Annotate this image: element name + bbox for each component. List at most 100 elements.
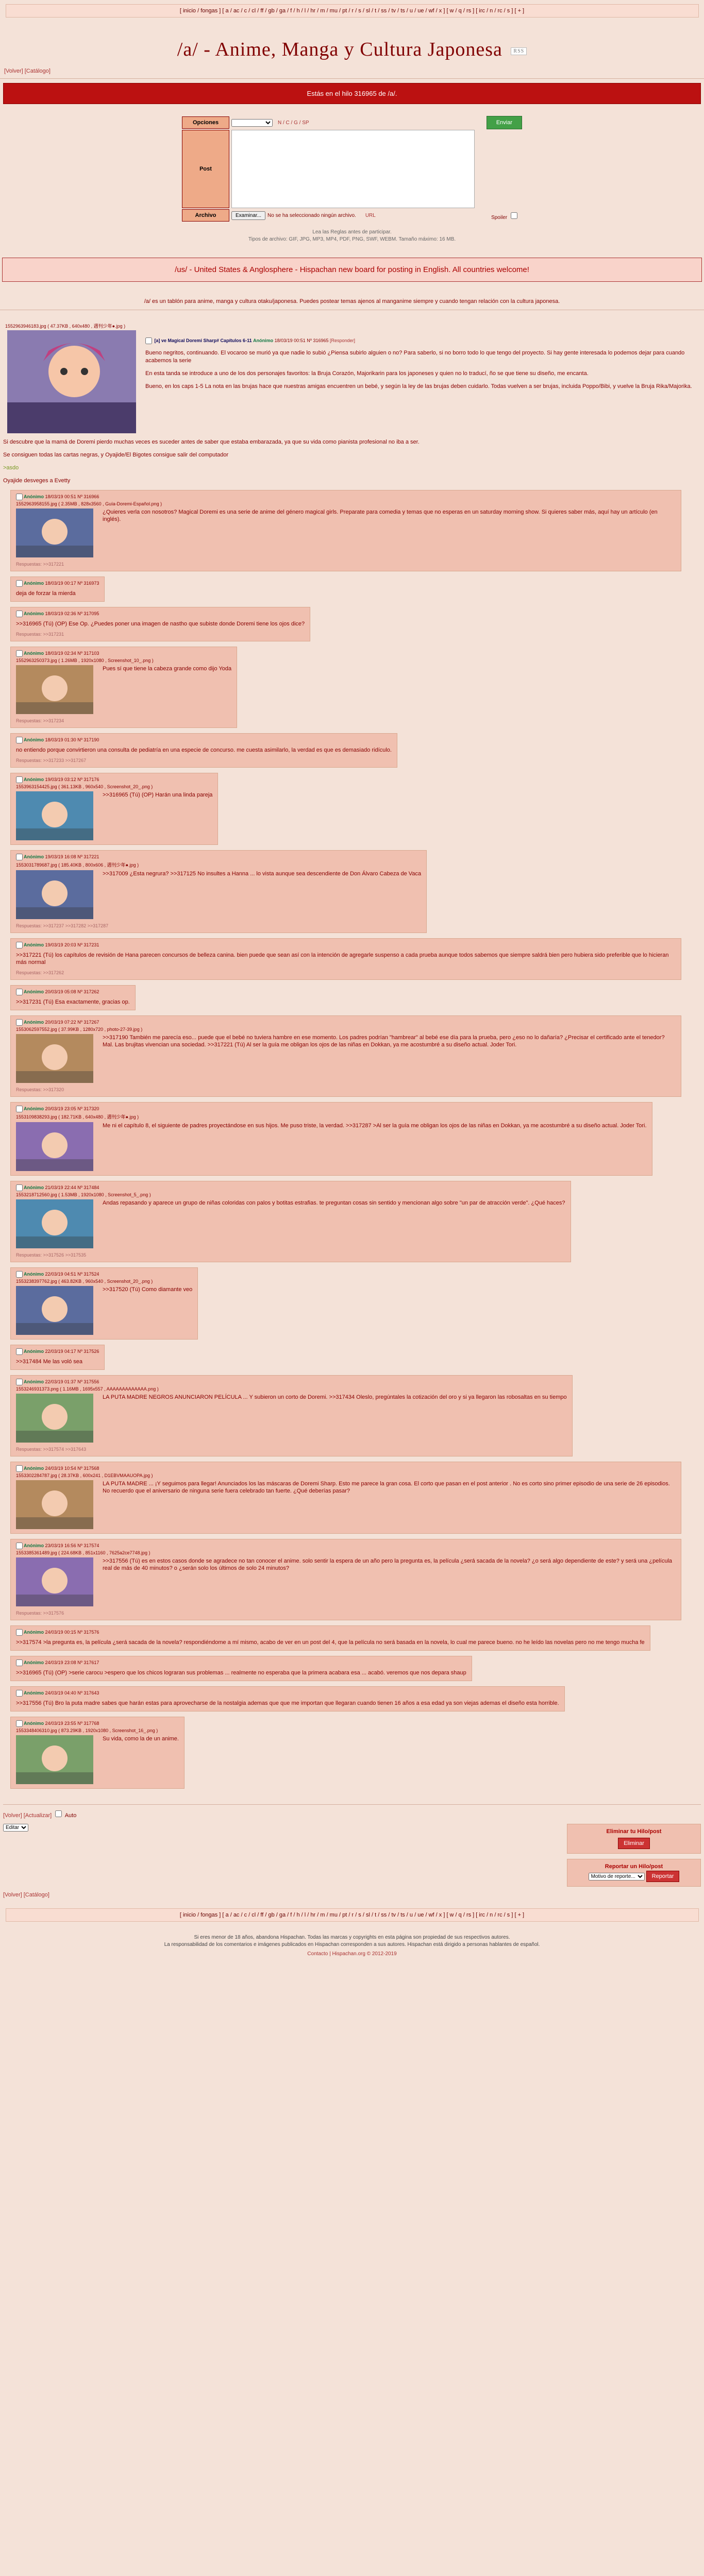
- submit-button[interactable]: Enviar: [486, 116, 522, 129]
- reply-thumbnail[interactable]: [16, 791, 93, 840]
- reply-select-checkbox[interactable]: [16, 1465, 23, 1472]
- reply-thumbnail[interactable]: [16, 1480, 93, 1529]
- reply-select-checkbox[interactable]: [16, 1690, 23, 1697]
- reply-select-checkbox[interactable]: [16, 854, 23, 860]
- reply-select-checkbox[interactable]: [16, 776, 23, 783]
- reply-thumbnail[interactable]: [16, 1394, 93, 1443]
- reply-fileinfo[interactable]: 1553302284787.jpg ( 28.37KB , 600x241 , …: [16, 1473, 676, 1478]
- reply-fileinfo[interactable]: 1552963958155.jpg ( 2.35MB , 828x3560 , …: [16, 501, 676, 506]
- reply-post-number[interactable]: Nº 317526: [77, 1349, 99, 1354]
- reply-post-number[interactable]: Nº 317103: [77, 651, 99, 656]
- op-thumbnail[interactable]: [7, 330, 136, 433]
- reply-select-checkbox[interactable]: [16, 1019, 23, 1026]
- reply-select-checkbox[interactable]: [16, 737, 23, 743]
- post-textarea[interactable]: [231, 130, 475, 208]
- reply-select-checkbox[interactable]: [16, 1379, 23, 1385]
- reply-backlinks[interactable]: Respuestas: >>317231: [16, 632, 305, 637]
- reply-post-number[interactable]: Nº 317267: [77, 1020, 99, 1025]
- reply-thumbnail[interactable]: [16, 870, 93, 919]
- reply-post-number[interactable]: Nº 317320: [77, 1106, 99, 1111]
- reply-post-number[interactable]: Nº 317484: [77, 1185, 99, 1190]
- catalog-link[interactable]: [Catálogo]: [25, 68, 51, 74]
- reply-select-checkbox[interactable]: [16, 1629, 23, 1636]
- reply-thumbnail[interactable]: [16, 1286, 93, 1335]
- url-link[interactable]: URL: [365, 213, 376, 218]
- reply-select-checkbox[interactable]: [16, 1543, 23, 1549]
- reply-post-number[interactable]: Nº 317524: [77, 1272, 99, 1277]
- reply-select-checkbox[interactable]: [16, 650, 23, 657]
- edit-select[interactable]: Editar: [3, 1824, 28, 1832]
- intl-link[interactable]: /us/ - United States & Anglosphere - His…: [175, 265, 529, 274]
- reply-select-checkbox[interactable]: [16, 494, 23, 500]
- reply-post-number[interactable]: Nº 317643: [77, 1690, 99, 1696]
- op-reply-link[interactable]: [Responder]: [330, 338, 355, 343]
- auto-refresh-checkbox[interactable]: [55, 1810, 62, 1817]
- reply-post-number[interactable]: Nº 317556: [77, 1379, 99, 1384]
- report-button[interactable]: Reportar: [646, 1871, 680, 1882]
- reply-post-number[interactable]: Nº 317231: [77, 942, 99, 947]
- file-browse-button[interactable]: Examinar...: [231, 211, 266, 220]
- reply-select-checkbox[interactable]: [16, 942, 23, 948]
- reply-backlinks[interactable]: Respuestas: >>317237 >>317282 >>317287: [16, 923, 421, 928]
- reply-backlinks[interactable]: Respuestas: >>317320: [16, 1087, 676, 1092]
- options-select[interactable]: [231, 118, 273, 127]
- reply-thumbnail[interactable]: [16, 1122, 93, 1171]
- reply-select-checkbox[interactable]: [16, 1348, 23, 1355]
- rss-icon[interactable]: RSS: [511, 47, 527, 55]
- reply-post-number[interactable]: Nº 317095: [77, 611, 99, 616]
- reply-backlinks[interactable]: Respuestas: >>317233 >>317267: [16, 758, 392, 763]
- reply-fileinfo[interactable]: 1553348406310.jpg ( 873.29KB , 1920x1080…: [16, 1728, 179, 1733]
- reply-backlinks[interactable]: Respuestas: >>317262: [16, 970, 676, 975]
- reply-post-number[interactable]: Nº 317176: [77, 777, 99, 782]
- bottom-back-link[interactable]: [Volver]: [3, 1812, 22, 1819]
- reply-select-checkbox[interactable]: [16, 580, 23, 587]
- options-tags[interactable]: N / C / G / SP: [278, 120, 309, 126]
- footer-contact[interactable]: Contacto | Hispachan.org © 2012-2019: [0, 1951, 704, 1958]
- reply-select-checkbox[interactable]: [16, 1271, 23, 1278]
- reply-fileinfo[interactable]: 1553385361489.jpg ( 224.68KB , 851x1160 …: [16, 1550, 676, 1555]
- reply-thumbnail[interactable]: [16, 1034, 93, 1083]
- bottom-catalog-link[interactable]: [Catálogo]: [24, 1892, 49, 1898]
- international-board-ad[interactable]: /us/ - United States & Anglosphere - His…: [2, 258, 702, 282]
- rules-link[interactable]: Lea las Reglas antes de participar.: [182, 229, 522, 236]
- reply-thumbnail[interactable]: [16, 1735, 93, 1784]
- reply-fileinfo[interactable]: 1553031789687.jpg ( 185.40KB , 800x606 ,…: [16, 861, 421, 868]
- reply-backlinks[interactable]: Respuestas: >>317526 >>317535: [16, 1252, 565, 1258]
- delete-button[interactable]: Eliminar: [618, 1838, 650, 1849]
- reply-select-checkbox[interactable]: [16, 1106, 23, 1112]
- reply-select-checkbox[interactable]: [16, 1184, 23, 1191]
- report-reason-select[interactable]: Motivo de reporte...: [588, 1873, 645, 1880]
- bottom-back-link-2[interactable]: [Volver]: [3, 1892, 22, 1898]
- reply-fileinfo[interactable]: 1553218712560.jpg ( 1.53MB , 1920x1080 ,…: [16, 1192, 565, 1197]
- reply-thumbnail[interactable]: [16, 1557, 93, 1606]
- reply-post-number[interactable]: Nº 317768: [77, 1721, 99, 1726]
- bottom-board-nav[interactable]: [ inicio / fongas ] [ a / ac / c / cl / …: [5, 1908, 699, 1922]
- reply-thumbnail[interactable]: [16, 509, 93, 557]
- reply-post-number[interactable]: Nº 317568: [77, 1466, 99, 1471]
- reply-fileinfo[interactable]: 1552963250373.jpg ( 1.26MB , 1920x1080 ,…: [16, 658, 231, 663]
- op-select-checkbox[interactable]: [145, 337, 152, 344]
- reply-fileinfo[interactable]: 1553963154425.jpg ( 361.13KB , 960x540 ,…: [16, 784, 212, 789]
- reply-fileinfo[interactable]: 1553109838293.jpg ( 182.71KB , 640x480 ,…: [16, 1113, 647, 1120]
- reply-select-checkbox[interactable]: [16, 1720, 23, 1727]
- reply-select-checkbox[interactable]: [16, 611, 23, 617]
- spoiler-checkbox[interactable]: [511, 212, 517, 219]
- reply-backlinks[interactable]: Respuestas: >>317574 >>317643: [16, 1447, 567, 1452]
- reply-post-number[interactable]: Nº 317574: [77, 1543, 99, 1548]
- op-post-number[interactable]: Nº 316965: [307, 338, 328, 343]
- reply-thumbnail[interactable]: [16, 665, 93, 714]
- reply-select-checkbox[interactable]: [16, 989, 23, 995]
- reply-fileinfo[interactable]: 1553062597552.jpg ( 37.99KB , 1280x720 ,…: [16, 1027, 676, 1032]
- reply-post-number[interactable]: Nº 316966: [77, 494, 99, 499]
- reply-post-number[interactable]: Nº 317617: [77, 1660, 99, 1665]
- reply-backlinks[interactable]: Respuestas: >>317221: [16, 562, 676, 567]
- back-link[interactable]: [Volver]: [4, 68, 23, 74]
- reply-fileinfo[interactable]: 1553246931373.png ( 1.16MB , 1695x557 , …: [16, 1386, 567, 1392]
- reply-backlinks[interactable]: Respuestas: >>317234: [16, 718, 231, 723]
- reply-post-number[interactable]: Nº 317221: [77, 854, 99, 859]
- reply-fileinfo[interactable]: 1553238397762.jpg ( 463.82KB , 960x540 ,…: [16, 1279, 192, 1284]
- reply-post-number[interactable]: Nº 316973: [77, 581, 99, 586]
- reply-post-number[interactable]: Nº 317262: [77, 989, 99, 994]
- op-fileinfo[interactable]: 1552963946183.jpg ( 47.37KB , 640x480 , …: [5, 323, 704, 329]
- reply-thumbnail[interactable]: [16, 1199, 93, 1248]
